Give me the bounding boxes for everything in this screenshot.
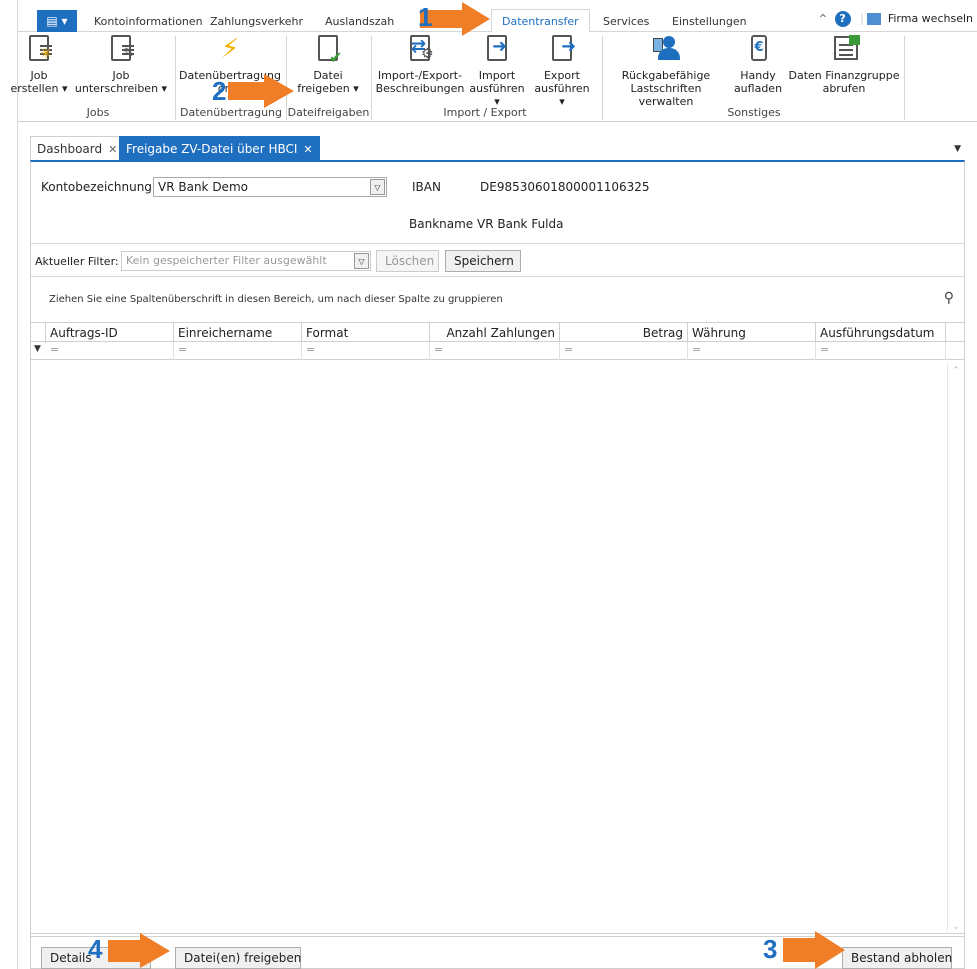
export-run-button[interactable]: ➜ Export ausführen ▾ [530, 34, 594, 108]
direct-debit-icon [653, 36, 680, 60]
column-header-anzahl-zahlungen[interactable]: Anzahl Zahlungen [430, 323, 560, 343]
collapse-ribbon-icon[interactable]: ^ [819, 14, 827, 25]
lightning-icon: ⚡ [221, 34, 240, 64]
scroll-up-icon[interactable]: ⌃ [952, 366, 960, 376]
delete-filter-button[interactable]: Löschen [376, 250, 439, 272]
job-create-button[interactable]: ✳ Job erstellen ▾ [10, 34, 68, 95]
bankname-value: VR Bank Fulda [477, 217, 564, 231]
phone-topup-button[interactable]: € Handy aufladen [728, 34, 788, 95]
document-tab-strip: Dashboard ✕ Freigabe ZV-Datei über HBCI ✕ … [30, 136, 965, 160]
ribbon-separator [602, 36, 603, 120]
group-label-jobs: Jobs [86, 106, 110, 119]
grid-filter-row: ▼ = = = = = = = [31, 342, 964, 360]
ribbon-separator [904, 36, 905, 120]
bankname-label: Bankname [409, 217, 474, 231]
filter-cell[interactable]: = [816, 342, 946, 360]
fetch-inventory-button[interactable]: Bestand abholen [842, 947, 952, 969]
iban-label: IBAN [412, 180, 441, 194]
help-icon[interactable]: ? [834, 11, 851, 27]
column-header-betrag[interactable]: Betrag [560, 323, 688, 343]
column-header-einreichername[interactable]: Einreichername [174, 323, 302, 343]
save-filter-button[interactable]: Speichern [445, 250, 521, 272]
search-icon[interactable]: ⚲ [944, 290, 954, 306]
chevron-down-icon[interactable]: ▽ [370, 179, 385, 195]
company-switch-icon [867, 13, 882, 25]
account-select[interactable]: VR Bank Demo ▽ [153, 177, 387, 197]
tab-einstellungen[interactable]: Einstellungen [672, 15, 747, 28]
tab-zahlungsverkehr[interactable]: Zahlungsverkehr [210, 15, 303, 28]
fetch-financial-group-data-button[interactable]: Daten Finanzgruppe abrufen [788, 34, 900, 95]
tab-dashboard[interactable]: Dashboard ✕ [30, 136, 125, 160]
column-header-ausfuehrungsdatum[interactable]: Ausführungsdatum [816, 323, 946, 343]
filter-funnel-icon: ▼ [34, 344, 41, 354]
top-right-actions: ^ ? | Firma wechseln [819, 11, 973, 27]
filter-cell[interactable]: = [430, 342, 560, 360]
account-label: Kontobezeichnung [41, 180, 152, 194]
divider [31, 243, 964, 244]
filter-cell[interactable]: = [174, 342, 302, 360]
main-panel: Kontobezeichnung VR Bank Demo ▽ IBAN DE9… [30, 160, 965, 969]
grid-body: ⌃ ⌄ [31, 364, 964, 934]
annotation-arrow-3: 3 [755, 930, 850, 969]
chevron-down-icon[interactable]: ▽ [354, 253, 369, 269]
close-icon[interactable]: ✕ [108, 143, 117, 156]
group-label-sonstiges: Sonstiges [727, 106, 781, 119]
divider: | [860, 12, 864, 25]
divider [31, 276, 964, 277]
filter-label: Aktueller Filter: [35, 255, 119, 268]
scroll-down-icon[interactable]: ⌄ [952, 922, 960, 932]
tab-services[interactable]: Services [603, 15, 649, 28]
grid-header-indicator [31, 323, 46, 343]
tab-freigabe-zv-datei[interactable]: Freigabe ZV-Datei über HBCI ✕ [119, 136, 320, 160]
file-menu-button[interactable]: ▤ ▾ [37, 10, 77, 32]
group-by-hint: Ziehen Sie eine Spaltenüberschrift in di… [49, 294, 503, 305]
filter-cell[interactable]: = [46, 342, 174, 360]
bank-data-icon [834, 35, 860, 60]
import-run-button[interactable]: ➜ Import ausführen ▾ [466, 34, 528, 108]
tab-datentransfer[interactable]: Datentransfer [491, 9, 590, 33]
annotation-arrow-2: 2 [200, 72, 300, 112]
column-header-auftrags-id[interactable]: Auftrags-ID [46, 323, 174, 343]
tab-auslandszahlungsverkehr[interactable]: Auslandszah [325, 15, 394, 28]
annotation-arrow-1: 1 [390, 0, 500, 40]
direct-debits-button[interactable]: Rückgabefähige Lastschriften verwalten [606, 34, 726, 108]
group-label-import-export: Import / Export [443, 106, 527, 119]
import-export-descriptions-button[interactable]: ⇄ ⚙ Import-/Export- Beschreibungen [374, 34, 466, 95]
column-header-format[interactable]: Format [302, 323, 430, 343]
iban-value: DE98530601800001106325 [480, 180, 650, 194]
filter-cell[interactable]: = [302, 342, 430, 360]
filter-cell[interactable]: = [688, 342, 816, 360]
column-header-waehrung[interactable]: Währung [688, 323, 816, 343]
file-release-button[interactable]: ✔ Datei freigeben ▾ [288, 34, 368, 95]
ribbon-separator [371, 36, 372, 120]
job-sign-button[interactable]: ✎ Job unterschreiben ▾ [70, 34, 172, 95]
vertical-scrollbar[interactable]: ⌃ ⌄ [947, 364, 964, 934]
annotation-arrow-4: 4 [80, 932, 175, 969]
filter-cell[interactable]: = [560, 342, 688, 360]
window-left-edge [0, 0, 18, 969]
phone-topup-icon: € [751, 35, 767, 61]
switch-company-link[interactable]: Firma wechseln [888, 12, 973, 25]
tab-list-dropdown-icon[interactable]: ▼ [954, 144, 961, 154]
tab-kontoinformationen[interactable]: Kontoinformationen [94, 15, 203, 28]
saved-filter-select[interactable]: Kein gespeicherter Filter ausgewählt ▽ [121, 251, 371, 271]
ribbon: ✳ Job erstellen ▾ ✎ Job unterschreiben ▾… [11, 32, 977, 122]
release-files-button[interactable]: Datei(en) freigeben [175, 947, 301, 969]
grid-header: Auftrags-ID Einreichername Format Anzahl… [31, 322, 964, 343]
close-icon[interactable]: ✕ [303, 143, 312, 156]
